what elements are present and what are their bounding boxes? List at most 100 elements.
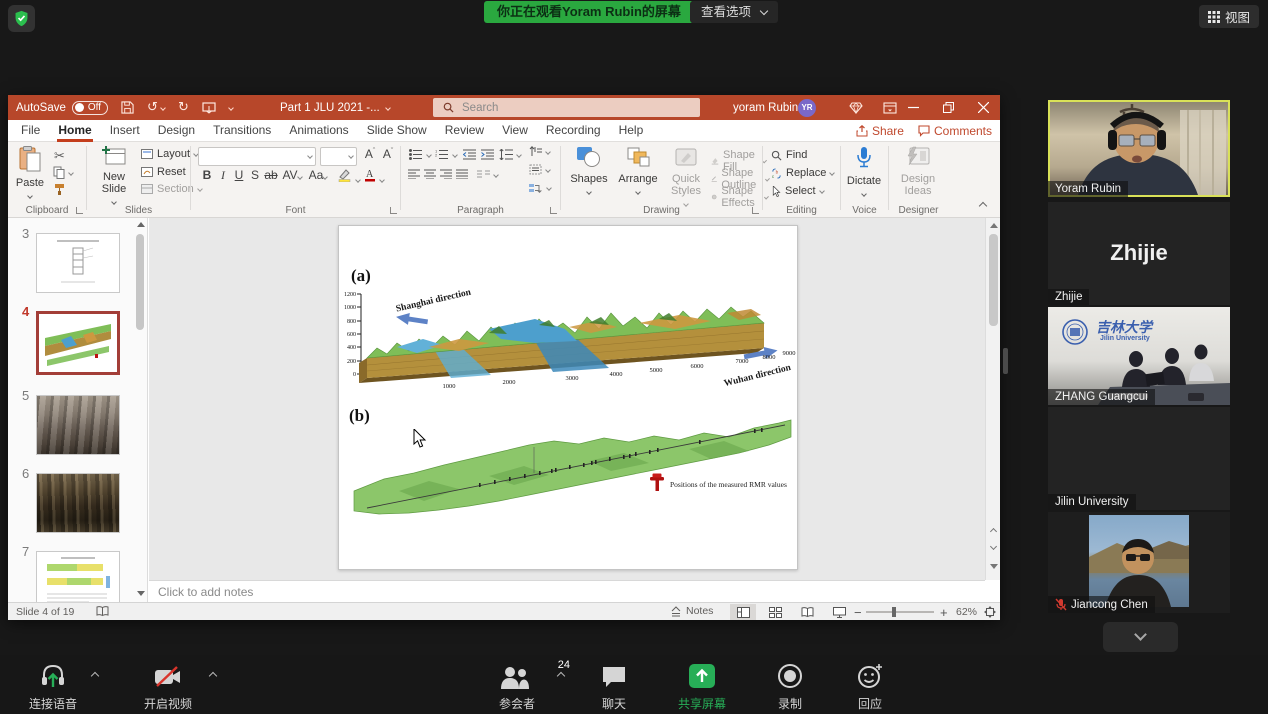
- participant-tile-zhang-guangcui[interactable]: 吉林大学 Jilin University ZHANG Guangcui: [1048, 307, 1230, 405]
- participant-tile-jilin-university[interactable]: Jilin University: [1048, 407, 1230, 510]
- title-dropdown-icon[interactable]: [385, 105, 391, 111]
- scrollbar-thumb[interactable]: [136, 234, 144, 330]
- tab-insert[interactable]: Insert: [101, 120, 149, 142]
- zoom-slider-thumb[interactable]: [892, 607, 896, 617]
- thumbnail-scrollbar[interactable]: [135, 218, 145, 602]
- italic-button[interactable]: I: [215, 168, 231, 183]
- autosave-toggle[interactable]: Off: [72, 101, 108, 115]
- view-button[interactable]: 视图: [1199, 5, 1259, 28]
- restore-button[interactable]: [933, 95, 963, 120]
- decrease-indent-button[interactable]: [463, 149, 476, 160]
- participants-button[interactable]: 24 参会者: [472, 661, 562, 712]
- zoom-in-button[interactable]: +: [940, 605, 948, 620]
- tab-review[interactable]: Review: [436, 120, 493, 142]
- join-audio-button[interactable]: 连接语音: [8, 661, 98, 712]
- avatar[interactable]: YR: [798, 99, 816, 117]
- tab-transitions[interactable]: Transitions: [204, 120, 280, 142]
- align-left-button[interactable]: [407, 168, 421, 182]
- tab-view[interactable]: View: [493, 120, 537, 142]
- view-options-dropdown[interactable]: 查看选项: [690, 1, 778, 23]
- reset-button[interactable]: Reset: [141, 166, 186, 178]
- ribbon-display-options-button[interactable]: [883, 102, 897, 114]
- increase-indent-button[interactable]: [481, 149, 494, 160]
- zoom-percentage[interactable]: 62%: [956, 606, 977, 618]
- chat-button[interactable]: 聊天: [569, 661, 659, 712]
- highlight-color-button[interactable]: [337, 168, 360, 185]
- present-button[interactable]: [202, 102, 216, 114]
- participant-tile-zhijie[interactable]: Zhijie Zhijie: [1048, 202, 1230, 305]
- design-ideas-button[interactable]: Design Ideas: [895, 146, 941, 197]
- zoom-slider-track[interactable]: [866, 611, 934, 613]
- copy-button[interactable]: [53, 166, 73, 179]
- reactions-button[interactable]: 回应: [825, 661, 915, 712]
- fit-slide-to-window-button[interactable]: [984, 606, 996, 618]
- columns-button[interactable]: [477, 170, 498, 180]
- redo-button[interactable]: ↻: [178, 100, 189, 115]
- scrollbar-thumb[interactable]: [989, 234, 998, 326]
- font-size-combobox[interactable]: [320, 147, 357, 166]
- new-slide-button[interactable]: New Slide: [92, 146, 136, 207]
- tab-home[interactable]: Home: [49, 120, 100, 142]
- record-button[interactable]: 录制: [745, 661, 835, 712]
- replace-button[interactable]: bc Replace: [771, 167, 834, 179]
- character-spacing-button[interactable]: AV: [281, 168, 303, 182]
- grow-font-button[interactable]: Aˆ: [361, 147, 379, 161]
- text-direction-button[interactable]: [529, 146, 550, 157]
- find-button[interactable]: Find: [771, 149, 807, 161]
- font-name-combobox[interactable]: [198, 147, 316, 166]
- tab-recording[interactable]: Recording: [537, 120, 610, 142]
- start-video-button[interactable]: 开启视频: [123, 661, 213, 712]
- slide-thumbnail-4-selected[interactable]: [36, 311, 120, 375]
- align-text-button[interactable]: [529, 164, 550, 175]
- quick-styles-button[interactable]: Quick Styles: [665, 146, 707, 209]
- security-shield-button[interactable]: [8, 5, 35, 32]
- collapse-ribbon-button[interactable]: [979, 202, 987, 210]
- minimize-button[interactable]: [898, 95, 928, 120]
- close-button[interactable]: [968, 95, 998, 120]
- tab-slide-show[interactable]: Slide Show: [358, 120, 436, 142]
- scroll-down-arrow[interactable]: [137, 591, 145, 596]
- zoom-out-button[interactable]: −: [854, 605, 862, 620]
- bullets-button[interactable]: [409, 149, 431, 160]
- tab-animations[interactable]: Animations: [280, 120, 357, 142]
- notes-toggle-button[interactable]: Notes: [670, 605, 713, 617]
- designer-diamond-icon[interactable]: [849, 102, 863, 114]
- arrange-button[interactable]: Arrange: [615, 146, 661, 197]
- tab-design[interactable]: Design: [149, 120, 204, 142]
- justify-button[interactable]: [455, 168, 469, 182]
- slideshow-view-button[interactable]: [826, 604, 852, 620]
- font-color-button[interactable]: A: [363, 168, 384, 185]
- canvas-vertical-scrollbar[interactable]: [985, 218, 1000, 580]
- clipboard-dialog-launcher[interactable]: [76, 207, 83, 214]
- quick-access-more-button[interactable]: [229, 106, 233, 110]
- scroll-up-arrow[interactable]: [990, 223, 998, 228]
- participants-scroll-down-button[interactable]: [1103, 622, 1178, 652]
- paste-button[interactable]: Paste: [12, 146, 48, 201]
- cut-button[interactable]: ✂: [54, 148, 65, 164]
- panel-resize-handle[interactable]: [1003, 348, 1008, 374]
- participant-tile-jiancong-chen[interactable]: Jiancong Chen: [1048, 512, 1230, 613]
- scroll-down-arrow[interactable]: [990, 564, 998, 569]
- accessibility-checker-icon[interactable]: [96, 606, 109, 617]
- paragraph-dialog-launcher[interactable]: [550, 207, 557, 214]
- slide-thumbnail-6[interactable]: [36, 473, 120, 533]
- select-button[interactable]: Select: [771, 185, 824, 197]
- share-screen-button[interactable]: 共享屏幕: [657, 661, 747, 712]
- bold-button[interactable]: B: [199, 168, 215, 182]
- strikethrough-button[interactable]: ab: [263, 168, 279, 182]
- tab-file[interactable]: File: [12, 120, 49, 142]
- align-right-button[interactable]: [439, 168, 453, 182]
- previous-slide-button[interactable]: [986, 524, 1001, 539]
- slide-thumbnail-7[interactable]: [36, 551, 120, 602]
- notes-pane[interactable]: Click to add notes: [149, 580, 985, 602]
- numbering-button[interactable]: 12: [435, 149, 457, 160]
- participant-tile-yoram-rubin[interactable]: Yoram Rubin: [1048, 100, 1230, 197]
- underline-button[interactable]: U: [231, 168, 247, 182]
- search-box[interactable]: Search: [433, 98, 700, 117]
- font-dialog-launcher[interactable]: [390, 207, 397, 214]
- format-painter-button[interactable]: [53, 183, 66, 196]
- line-spacing-button[interactable]: [499, 149, 521, 160]
- align-center-button[interactable]: [423, 168, 437, 182]
- next-slide-button[interactable]: [986, 541, 1001, 556]
- shapes-button[interactable]: Shapes: [567, 146, 611, 197]
